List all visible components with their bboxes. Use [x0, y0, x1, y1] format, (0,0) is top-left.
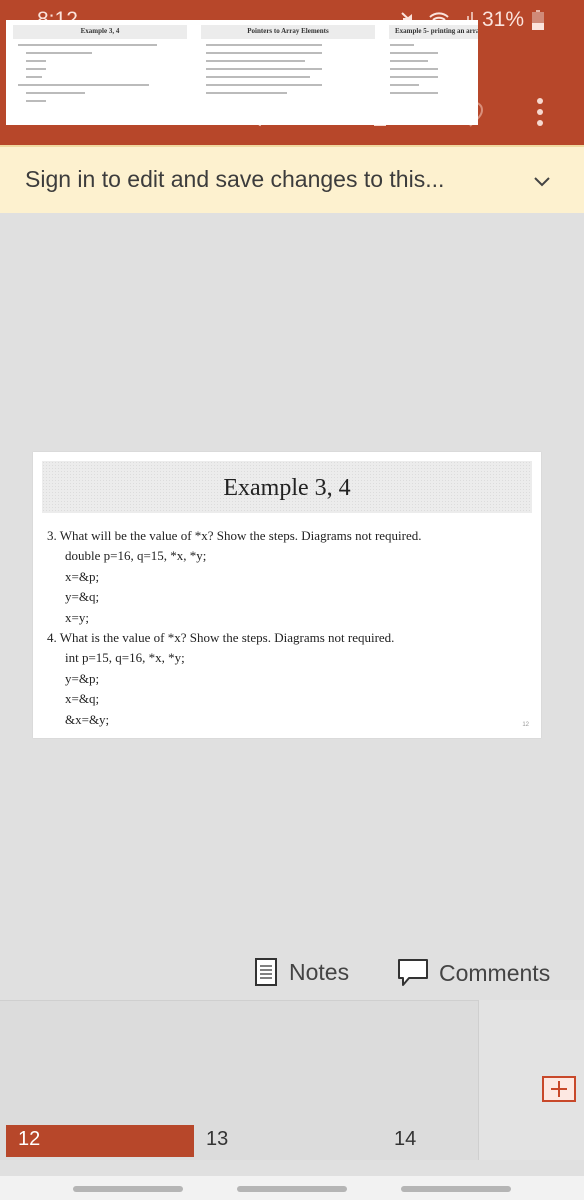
code-line: y=&q; — [65, 589, 100, 605]
thumbnail-number[interactable]: 13 — [194, 1125, 382, 1157]
code-line: x=&p; — [65, 568, 100, 584]
notes-comments-bar: Notes Comments — [0, 958, 584, 994]
slide-page-number: 12 — [522, 722, 529, 728]
code-line: x=y; — [65, 609, 89, 625]
more-options-icon — [537, 98, 543, 126]
slide-canvas: Example 3, 4 3. What will be the value o… — [0, 213, 584, 948]
thumbnail-title: Example 5- printing an array using poi — [395, 27, 478, 35]
nav-recents-button[interactable] — [73, 1186, 183, 1192]
signin-banner-text: Sign in to edit and save changes to this… — [25, 166, 445, 192]
comments-label: Comments — [439, 959, 551, 986]
slide-thumbnail[interactable]: Pointers to Array Elements — [194, 20, 382, 125]
slide-title: Example 3, 4 — [223, 475, 351, 501]
code-line: double p=16, q=15, *x, *y; — [65, 548, 207, 564]
slide-thumbnail[interactable]: Example 3, 4 — [6, 20, 194, 125]
thumbnail-content — [390, 44, 438, 100]
code-line: y=&p; — [65, 670, 100, 686]
notes-button[interactable]: Notes — [255, 958, 349, 986]
thumbnail-title-band: Example 5- printing an array using poi — [389, 25, 478, 39]
battery-percent: 31% — [481, 8, 524, 31]
thumbnail-title: Example 3, 4 — [80, 27, 120, 35]
thumbnail-title-band: Example 3, 4 — [13, 25, 187, 39]
code-line: &x=&y; — [65, 711, 110, 727]
nav-back-button[interactable] — [401, 1186, 511, 1192]
signin-banner[interactable]: Sign in to edit and save changes to this… — [0, 145, 584, 213]
thumbnail-number-selected[interactable]: 12 — [6, 1125, 194, 1157]
thumbnail-content — [18, 44, 182, 108]
code-line: int p=15, q=16, *x, *y; — [65, 650, 185, 666]
comments-button[interactable]: Comments — [397, 958, 550, 988]
chevron-down-icon[interactable] — [530, 169, 554, 193]
system-nav-bar — [0, 1176, 584, 1200]
more-options-button[interactable] — [520, 92, 560, 132]
code-line: x=&q; — [65, 691, 100, 707]
current-slide[interactable]: Example 3, 4 3. What will be the value o… — [33, 452, 541, 738]
question-prompt: 3. What will be the value of *x? Show th… — [47, 528, 422, 543]
thumbnail-content — [206, 44, 322, 100]
thumbnail-title-band: Pointers to Array Elements — [201, 25, 375, 39]
question-prompt: 4. What is the value of *x? Show the ste… — [47, 629, 395, 645]
comment-icon — [398, 959, 428, 986]
battery-icon — [532, 10, 544, 30]
add-slide-button[interactable] — [542, 1076, 576, 1102]
slide-body: 3. What will be the value of *x? Show th… — [47, 526, 422, 730]
nav-home-button[interactable] — [237, 1186, 347, 1192]
thumbnail-title: Pointers to Array Elements — [247, 27, 329, 35]
notes-icon — [255, 958, 277, 986]
notes-label: Notes — [289, 958, 350, 985]
plus-icon — [551, 1081, 567, 1097]
slide-thumbnail[interactable]: Example 5- printing an array using poi — [382, 20, 478, 125]
thumbnail-number[interactable]: 14 — [382, 1125, 570, 1157]
slide-title-band: Example 3, 4 — [42, 461, 532, 513]
